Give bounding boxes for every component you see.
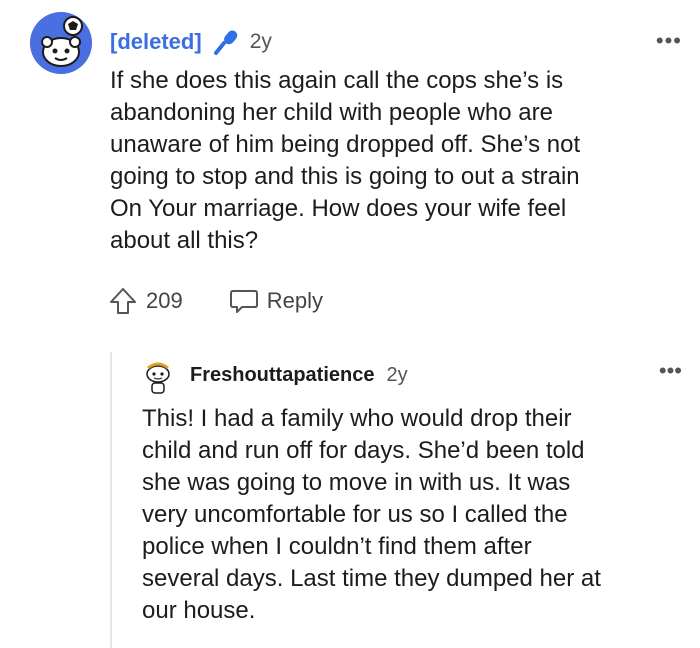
more-options-button[interactable]: ••• xyxy=(656,28,682,54)
avatar[interactable] xyxy=(30,12,92,74)
upvote-arrow-icon xyxy=(110,288,136,314)
reply-button[interactable]: Reply xyxy=(229,287,323,315)
avatar[interactable] xyxy=(142,360,174,396)
microphone-icon xyxy=(212,28,240,56)
upvote-button[interactable]: 209 xyxy=(108,286,183,316)
snoo-avatar-icon xyxy=(146,362,170,394)
snoo-avatar-icon xyxy=(30,12,92,74)
comment-deleted: [deleted] 2y ••• If she does this again … xyxy=(0,0,700,340)
more-options-button[interactable]: ••• xyxy=(659,358,682,384)
reply-label: Reply xyxy=(266,288,323,313)
comment-body: This! I had a family who would drop thei… xyxy=(142,405,601,624)
comment-bubble-icon xyxy=(229,290,258,313)
author-name[interactable]: [deleted] xyxy=(110,29,202,55)
comment-reply: Freshouttapatience 2y ••• This! I had a … xyxy=(0,350,700,648)
comment-age: 2y xyxy=(249,30,272,53)
vote-count: 209 xyxy=(146,288,183,313)
comment-body: If she does this again call the cops she… xyxy=(110,67,581,254)
comment-age: 2y xyxy=(386,364,408,386)
author-name[interactable]: Freshouttapatience xyxy=(190,364,374,387)
